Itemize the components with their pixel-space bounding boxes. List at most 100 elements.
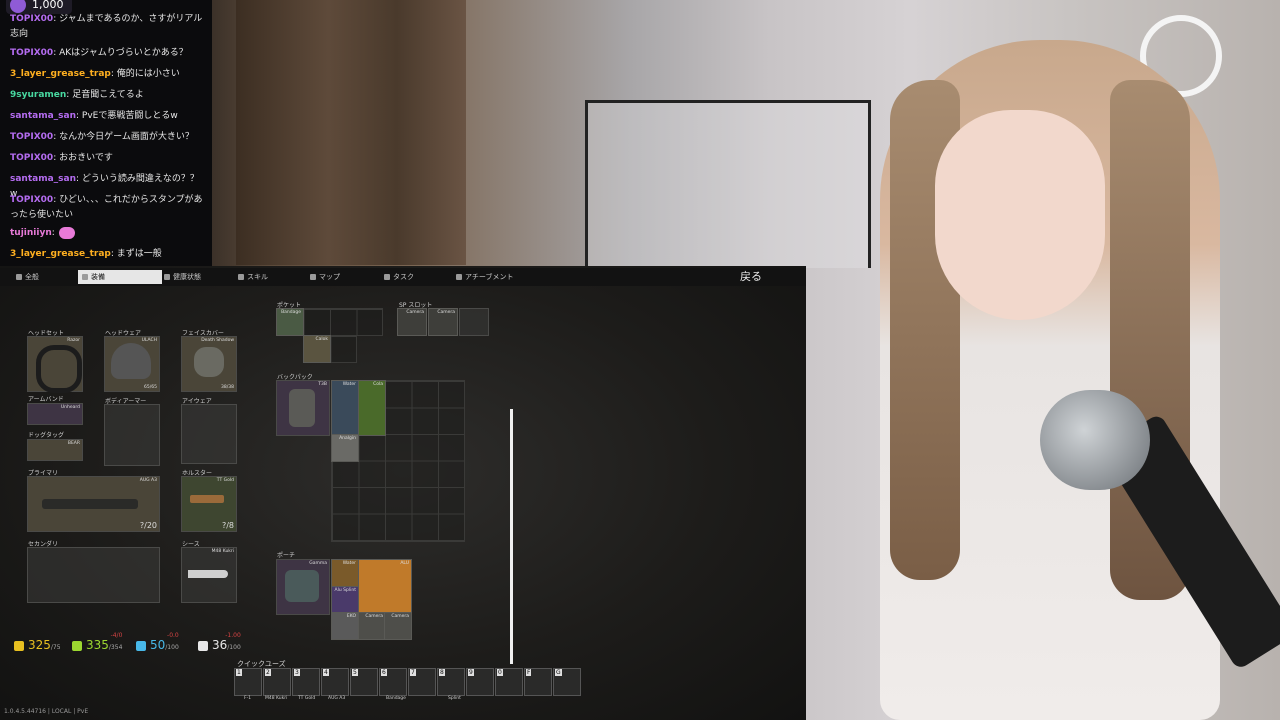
tab-4[interactable]: マップ (306, 270, 378, 284)
eyewear-slot[interactable] (181, 404, 237, 464)
chat-text-continued: ったら使いたい (10, 210, 74, 220)
chat-text: : まずは一般 (110, 249, 162, 259)
pouch-item-alu[interactable]: ALU (358, 559, 412, 613)
holster-slot[interactable]: TT Gold ?/8 (181, 476, 237, 532)
inventory-scrollbar[interactable] (510, 409, 513, 664)
headwear-slot[interactable]: ULACH 65/65 (104, 336, 160, 392)
tab-2[interactable]: 健康状態 (160, 270, 234, 284)
streamer-face (935, 110, 1105, 320)
tab-3[interactable]: スキル (234, 270, 304, 284)
tab-6[interactable]: アチーブメント (452, 270, 546, 284)
pouch-label: ポーチ (277, 552, 296, 559)
chat-text: : おおきいです (53, 153, 113, 163)
backpack-item-label: Cola (373, 382, 383, 387)
sp-item-name: Camera (406, 310, 424, 315)
quickuse-slot[interactable]: 9 (466, 668, 494, 696)
pocket-item-calok[interactable]: Calok (303, 335, 331, 363)
tab-icon (82, 274, 88, 280)
quickuse-slot[interactable]: 4 (321, 668, 349, 696)
tab-0[interactable]: 全般 (12, 270, 76, 284)
sp-slot-camera-1[interactable]: Camera (397, 308, 427, 336)
quickuse-item-label: Bandage (386, 696, 406, 701)
chat-username[interactable]: 3_layer_grease_trap (10, 249, 111, 259)
chat-username[interactable]: tujiniiyn (10, 228, 52, 238)
pouch-item-eko[interactable]: EKO (331, 612, 359, 640)
chat-message: TOPIX00: なんか今日ゲーム画面が大きい？ (10, 130, 206, 145)
tab-icon (456, 274, 462, 280)
quickuse-slot[interactable]: 3 (292, 668, 320, 696)
stat-delta: -4/0 (110, 632, 123, 639)
secondary-weapon-slot[interactable] (27, 547, 160, 603)
chat-text: : 足音聞こえてるよ (66, 90, 144, 100)
chat-message: TOPIX00: おおきいです (10, 151, 206, 166)
pouch-item-water[interactable]: Water (331, 559, 359, 587)
chat-username[interactable]: TOPIX00 (10, 48, 53, 58)
chat-username[interactable]: TOPIX00 (10, 14, 53, 24)
mask-icon (194, 347, 224, 377)
pouch-item-camera-1[interactable]: Camera (358, 612, 386, 640)
body-armor-slot[interactable] (104, 404, 160, 466)
quickuse-slot[interactable]: 5 (350, 668, 378, 696)
helmet-icon (111, 343, 151, 379)
headset-slot[interactable]: Razor (27, 336, 83, 393)
chat-username[interactable]: 3_layer_grease_trap (10, 69, 111, 79)
chat-username[interactable]: santama_san (10, 111, 76, 121)
chat-username[interactable]: 9syuramen (10, 90, 66, 100)
chat-username[interactable]: TOPIX00 (10, 132, 53, 142)
sp-slot-camera-2[interactable]: Camera (428, 308, 458, 336)
quickuse-slot[interactable]: 7 (408, 668, 436, 696)
chat-username[interactable]: TOPIX00 (10, 153, 53, 163)
armband-slot[interactable]: Unheard (27, 403, 83, 425)
chat-text: : なんか今日ゲーム画面が大きい？ (53, 132, 194, 142)
quickuse-item-label: F-1 (244, 696, 252, 701)
tab-icon (16, 274, 22, 280)
quickuse-slot[interactable]: 6 (379, 668, 407, 696)
pouch-item-camera-2[interactable]: Camera (384, 612, 412, 640)
chat-username[interactable]: TOPIX00 (10, 195, 53, 205)
face-cover-slot[interactable]: Death Shadow 38/38 (181, 336, 237, 392)
tab-icon (310, 274, 316, 280)
pouch-item-label: EKO (346, 614, 356, 619)
quickuse-item-label: M48 Kukri (265, 696, 288, 701)
pouch-item-alu-splint[interactable]: Alu Splint (331, 586, 359, 614)
tab-5[interactable]: タスク (380, 270, 450, 284)
pouch-item-name: Gamma (309, 561, 327, 566)
backpack-item-cola[interactable]: Cola (358, 380, 386, 436)
chat-message: santama_san: PvEで悪戦苦闘しとるw (10, 109, 206, 124)
backpack-item-water[interactable]: Water (331, 380, 359, 436)
dogtag-slot[interactable]: BEAR (27, 439, 83, 461)
quickuse-slot[interactable]: G (553, 668, 581, 696)
stat-value: 36 (212, 638, 228, 652)
wood-door (236, 0, 466, 265)
quickuse-slot[interactable]: 2 (263, 668, 291, 696)
quickuse-slot[interactable]: F (524, 668, 552, 696)
knife-icon (188, 570, 228, 578)
backpack-item-label: Water (342, 382, 356, 387)
stat-max: /354 (108, 644, 123, 651)
quickuse-slot[interactable]: 1 (234, 668, 262, 696)
microphone-head (1040, 390, 1150, 490)
dogtag-label: ドッグタッグ (28, 432, 65, 439)
stat-energy: 335/354 -4/0 (72, 632, 123, 652)
sp-slot-empty[interactable] (459, 308, 489, 336)
back-button[interactable]: 戻る (740, 268, 762, 284)
quickuse-key: 7 (410, 669, 416, 676)
headset-icon (36, 345, 82, 393)
quickuse-slot[interactable]: 0 (495, 668, 523, 696)
pouch-slot[interactable]: Gamma (276, 559, 330, 615)
chat-text: : AKはジャムりづらいとかある？ (53, 48, 188, 58)
backpack-slot[interactable]: T3B (276, 380, 330, 436)
pocket-item-bandage[interactable]: Bandage (276, 308, 304, 336)
backpack-item-analgin[interactable]: Analgin (331, 434, 359, 462)
chat-username[interactable]: santama_san (10, 174, 76, 184)
primary-weapon-slot[interactable]: AUG A3 ?/20 (27, 476, 160, 532)
quickuse-slot[interactable]: 8 (437, 668, 465, 696)
quickuse-key: 6 (381, 669, 387, 676)
chat-text: : (51, 228, 55, 238)
quickuse-item-label: Splint (448, 696, 461, 701)
chat-message: TOPIX00: ひどい、、、これだからスタンプがあ ったら使いたい (10, 193, 206, 223)
stat-value: 335 (86, 638, 109, 652)
sheath-slot[interactable]: M48 Kukri (181, 547, 237, 603)
tab-1[interactable]: 装備 (78, 270, 162, 284)
hydration-icon (136, 640, 146, 651)
